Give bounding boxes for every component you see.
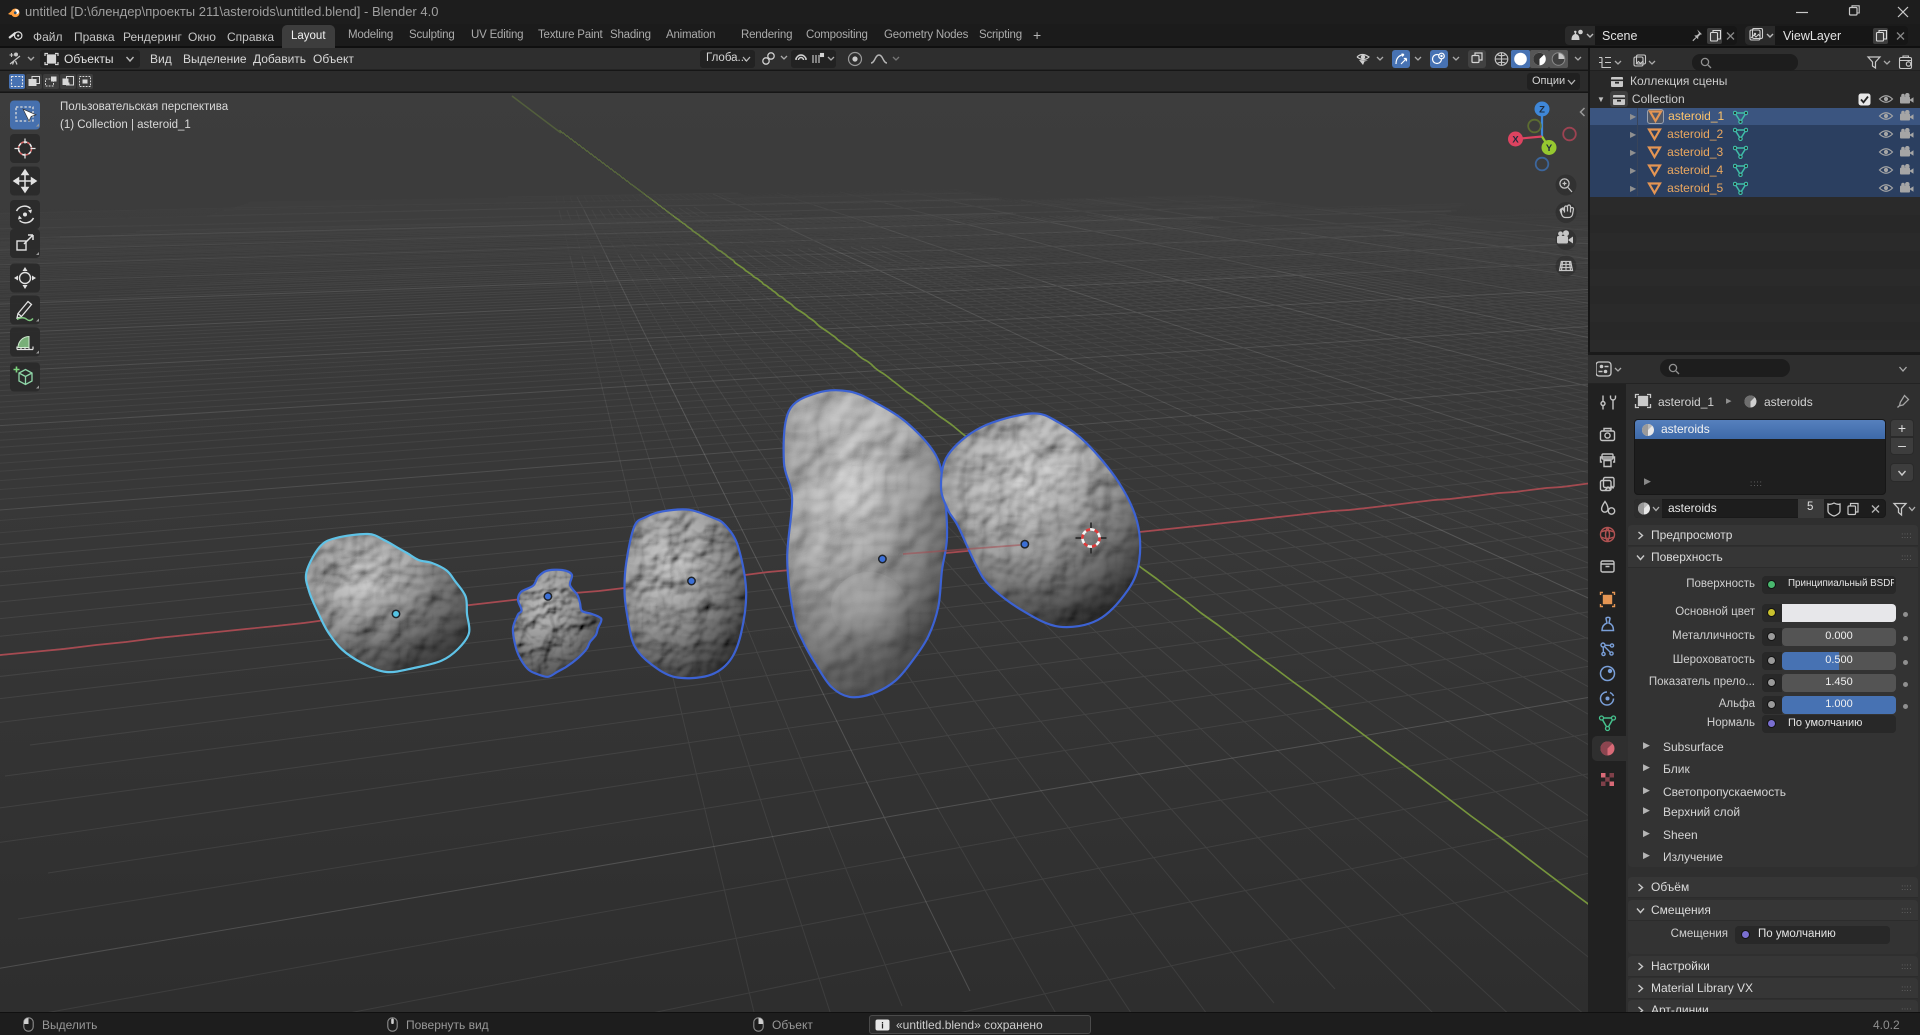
svg-text:i: i (881, 1020, 884, 1030)
svg-text:Пользовательская перспектива: Пользовательская перспектива (60, 101, 229, 113)
svg-text:(1) Collection | asteroid_1: (1) Collection | asteroid_1 (60, 119, 191, 131)
svg-text:Z: Z (1539, 104, 1545, 115)
svg-text:X: X (1512, 134, 1519, 145)
svg-text:Y: Y (1546, 143, 1553, 154)
